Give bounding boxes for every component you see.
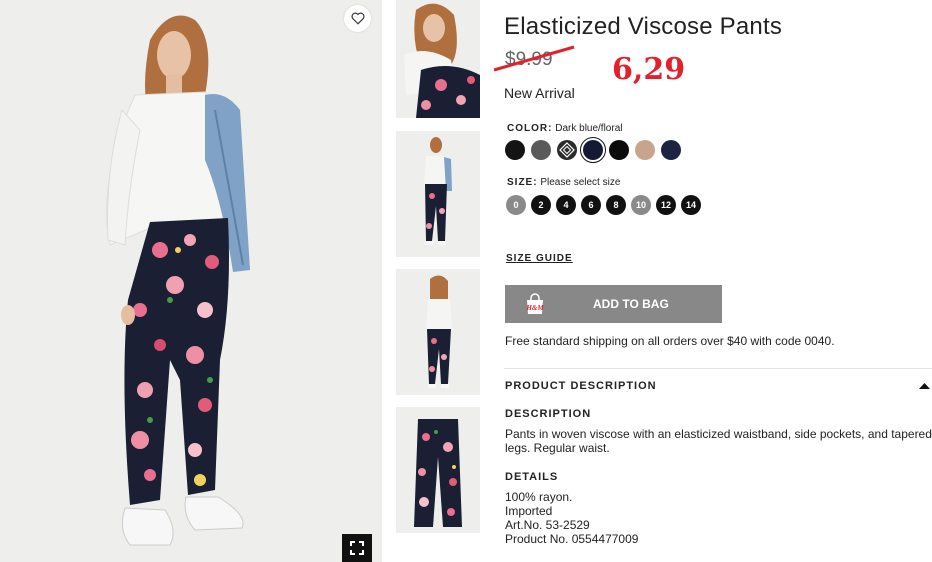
description-heading: DESCRIPTION <box>505 408 592 420</box>
section-divider <box>504 368 932 369</box>
detail-item: Art.No. 53-2529 <box>505 518 590 532</box>
swatch-black-2[interactable] <box>609 140 629 160</box>
size-option-14[interactable]: 14 <box>681 195 701 215</box>
fullscreen-icon <box>350 541 364 555</box>
color-swatches <box>505 137 681 163</box>
shipping-info: Free standard shipping on all orders ove… <box>505 334 835 348</box>
thumbnail-4[interactable] <box>396 407 480 533</box>
new-arrival-badge: New Arrival <box>504 85 575 101</box>
bag-logo: H&M <box>525 304 544 312</box>
caret-up-icon[interactable] <box>919 382 930 390</box>
thumbnail-image <box>414 419 462 527</box>
swatch-patterned[interactable] <box>557 140 577 160</box>
pattern-icon <box>559 142 575 158</box>
size-option-8[interactable]: 8 <box>606 195 626 215</box>
detail-item: 100% rayon. <box>505 490 573 504</box>
product-title: Elasticized Viscose Pants <box>504 13 783 40</box>
color-value: Dark blue/floral <box>555 123 623 134</box>
details-heading: DETAILS <box>505 471 559 483</box>
thumbnail-image <box>426 275 452 388</box>
size-option-0[interactable]: 0 <box>506 195 526 215</box>
details-list: 100% rayon. Imported Art.No. 53-2529 Pro… <box>505 490 638 546</box>
heart-icon <box>351 12 364 25</box>
description-text: Pants in woven viscose with an elasticiz… <box>505 427 932 455</box>
size-option-2[interactable]: 2 <box>531 195 551 215</box>
add-to-bag-label: ADD TO BAG <box>593 297 669 311</box>
thumbnail-3[interactable] <box>396 269 480 395</box>
detail-item: Product No. 0554477009 <box>505 532 639 546</box>
size-prompt: Please select size <box>540 177 621 188</box>
swatch-beige[interactable] <box>635 140 655 160</box>
main-product-image[interactable] <box>0 0 382 562</box>
size-label: SIZE: Please select size <box>507 177 620 188</box>
size-option-6[interactable]: 6 <box>581 195 601 215</box>
swatch-dark-blue-floral[interactable] <box>580 137 606 163</box>
fullscreen-button[interactable] <box>342 534 372 562</box>
size-option-4[interactable]: 4 <box>556 195 576 215</box>
size-label-title: SIZE: <box>507 177 538 188</box>
swatch-dark-gray[interactable] <box>531 140 551 160</box>
size-option-10[interactable]: 10 <box>631 195 651 215</box>
product-description-toggle[interactable]: PRODUCT DESCRIPTION <box>505 380 657 392</box>
thumbnail-image <box>404 3 480 118</box>
swatch-navy[interactable] <box>661 140 681 160</box>
size-options: 0 2 4 6 8 10 12 14 <box>506 195 701 215</box>
detail-item: Imported <box>505 504 553 518</box>
shopping-bag-icon: H&M <box>525 293 544 314</box>
favorite-button[interactable] <box>344 5 371 32</box>
model-photo <box>106 15 250 546</box>
thumbnail-1[interactable] <box>396 0 480 118</box>
swatch-black[interactable] <box>505 140 525 160</box>
color-label: COLOR: Dark blue/floral <box>507 123 623 134</box>
thumbnail-image <box>424 137 452 245</box>
color-label-title: COLOR: <box>507 123 553 134</box>
size-guide-link[interactable]: SIZE GUIDE <box>506 253 573 264</box>
sale-price: 6,29 <box>612 52 686 87</box>
thumbnail-2[interactable] <box>396 131 480 257</box>
add-to-bag-button[interactable]: H&M ADD TO BAG <box>505 285 722 323</box>
size-option-12[interactable]: 12 <box>656 195 676 215</box>
price-strikethrough <box>493 45 575 72</box>
